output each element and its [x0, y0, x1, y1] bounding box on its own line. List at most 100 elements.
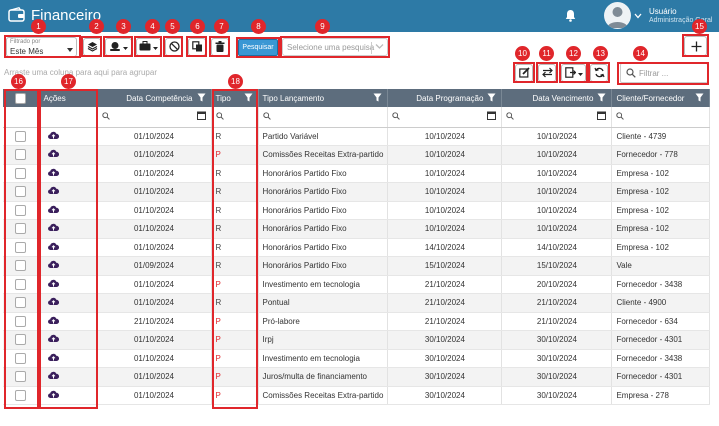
row-select-cell[interactable] — [3, 386, 40, 405]
search-button[interactable]: Pesquisar — [238, 39, 278, 56]
filter-icon[interactable] — [244, 93, 253, 104]
row-checkbox[interactable] — [15, 241, 27, 253]
column-header-tipo-lancamento[interactable]: Tipo Lançamento — [258, 89, 389, 107]
row-select-cell[interactable] — [3, 201, 40, 220]
column-header-cliente-fornecedor[interactable]: Cliente/Fornecedor — [611, 89, 711, 107]
row-checkbox[interactable] — [15, 278, 27, 290]
copy-button[interactable] — [188, 38, 206, 56]
row-checkbox[interactable] — [15, 371, 27, 383]
refresh-button[interactable] — [590, 64, 608, 82]
row-checkbox[interactable] — [15, 260, 27, 272]
layers-button[interactable] — [83, 38, 101, 56]
cloud-upload-icon[interactable] — [47, 390, 59, 401]
row-checkbox[interactable] — [15, 352, 27, 364]
coins-dropdown-button[interactable] — [105, 38, 132, 56]
saved-search-select[interactable]: Selecione uma pesquisa — [282, 38, 388, 56]
add-button[interactable] — [684, 36, 707, 56]
table-row[interactable]: 01/10/2024 R Honorários Partido Fixo 10/10/… — [3, 182, 711, 202]
table-row[interactable]: 01/10/2024 R Pontual 21/10/2024 21/10/2024 Cl… — [3, 293, 711, 313]
cloud-upload-icon[interactable] — [47, 223, 59, 234]
row-select-cell[interactable] — [3, 367, 40, 387]
cloud-upload-icon[interactable] — [47, 334, 59, 345]
filter-cell-data-programacao[interactable] — [387, 107, 503, 128]
column-header-data-vencimento[interactable]: Data Vencimento — [501, 89, 613, 107]
table-row[interactable]: 01/10/2024 R Honorários Partido Fixo 10/10/… — [3, 201, 711, 220]
table-row[interactable]: 21/10/2024 P Pró-labore 21/10/2024 21/10/202… — [3, 312, 711, 331]
row-select-cell[interactable] — [3, 182, 40, 202]
filter-cell-tipo[interactable] — [211, 107, 259, 128]
filter-cell-tipo-lancamento[interactable] — [258, 107, 389, 128]
filter-cell-data-competencia[interactable] — [97, 107, 212, 128]
app-logo[interactable]: Financeiro — [8, 7, 101, 24]
cloud-upload-icon[interactable] — [47, 279, 59, 290]
calendar-icon[interactable] — [196, 111, 206, 122]
cloud-upload-icon[interactable] — [47, 205, 59, 216]
table-row[interactable]: 01/10/2024 P Investimento em tecnologia 30/… — [3, 349, 711, 368]
cancel-button[interactable] — [165, 38, 183, 56]
quick-filter-input[interactable]: Filtrar ... — [620, 63, 708, 83]
row-select-cell[interactable] — [3, 219, 40, 239]
row-checkbox[interactable] — [15, 204, 27, 216]
column-header-data-programacao[interactable]: Data Programação — [387, 89, 503, 107]
table-row[interactable]: 01/10/2024 R Partido Variável 10/10/2024 10/… — [3, 127, 711, 146]
table-row[interactable]: 01/10/2024 R Honorários Partido Fixo 10/10/… — [3, 164, 711, 183]
cloud-upload-icon[interactable] — [47, 297, 59, 308]
filter-cell-data-vencimento[interactable] — [501, 107, 613, 128]
row-checkbox[interactable] — [15, 167, 27, 179]
row-checkbox[interactable] — [15, 149, 27, 161]
cloud-upload-icon[interactable] — [47, 371, 59, 382]
filter-icon[interactable] — [373, 93, 382, 104]
row-select-cell[interactable] — [3, 275, 40, 294]
cloud-upload-icon[interactable] — [47, 131, 59, 142]
cloud-upload-icon[interactable] — [47, 149, 59, 160]
column-header-tipo[interactable]: Tipo — [211, 89, 259, 107]
cloud-upload-icon[interactable] — [47, 260, 59, 271]
table-row[interactable]: 01/10/2024 R Honorários Partido Fixo 10/10/… — [3, 219, 711, 239]
row-select-cell[interactable] — [3, 330, 40, 350]
row-checkbox[interactable] — [15, 223, 27, 235]
select-all-header[interactable] — [3, 89, 40, 107]
row-select-cell[interactable] — [3, 145, 40, 165]
row-select-cell[interactable] — [3, 127, 40, 146]
chevron-down-icon[interactable] — [634, 12, 642, 21]
filter-icon[interactable] — [597, 93, 606, 104]
column-header-data-competencia[interactable]: Data Competência — [97, 89, 212, 107]
cloud-upload-icon[interactable] — [47, 242, 59, 253]
calendar-icon[interactable] — [487, 111, 497, 122]
cloud-upload-icon[interactable] — [47, 186, 59, 197]
table-row[interactable]: 01/09/2024 R Honorários Partido Fixo 15/10/… — [3, 256, 711, 276]
table-row[interactable]: 01/10/2024 P Investimento em tecnologia 21/… — [3, 275, 711, 294]
row-select-cell[interactable] — [3, 349, 40, 368]
filter-icon[interactable] — [487, 93, 496, 104]
cloud-upload-icon[interactable] — [47, 316, 59, 327]
filter-cell-cliente-fornecedor[interactable] — [611, 107, 711, 128]
table-row[interactable]: 01/10/2024 P Comissões Receitas Extra-part… — [3, 145, 711, 165]
column-header-acoes[interactable]: Ações — [39, 89, 98, 107]
table-row[interactable]: 01/10/2024 P Comissões Receitas Extra-part… — [3, 386, 711, 405]
transfer-button[interactable] — [538, 64, 556, 82]
row-select-cell[interactable] — [3, 238, 40, 257]
calendar-icon[interactable] — [597, 111, 607, 122]
row-select-cell[interactable] — [3, 256, 40, 276]
export-dropdown-button[interactable] — [561, 64, 586, 82]
row-checkbox[interactable] — [15, 315, 27, 327]
row-checkbox[interactable] — [15, 130, 27, 142]
period-filter-select[interactable]: Filtrado por Este Mês — [6, 37, 77, 57]
bell-icon[interactable] — [565, 9, 576, 24]
row-select-cell[interactable] — [3, 164, 40, 183]
row-checkbox[interactable] — [15, 186, 27, 198]
briefcase-dropdown-button[interactable] — [136, 38, 161, 56]
select-all-checkbox[interactable] — [15, 92, 27, 104]
row-select-cell[interactable] — [3, 293, 40, 313]
cloud-upload-icon[interactable] — [47, 168, 59, 179]
user-avatar-icon[interactable] — [604, 2, 631, 29]
cloud-upload-icon[interactable] — [47, 353, 59, 364]
row-checkbox[interactable] — [15, 297, 27, 309]
row-checkbox[interactable] — [15, 389, 27, 401]
table-row[interactable]: 01/10/2024 R Honorários Partido Fixo 14/10/… — [3, 238, 711, 257]
row-select-cell[interactable] — [3, 312, 40, 331]
edit-button[interactable] — [515, 64, 533, 82]
table-row[interactable]: 01/10/2024 P Irpj 30/10/2024 30/10/2024 Forne… — [3, 330, 711, 350]
filter-icon[interactable] — [197, 93, 206, 104]
delete-button[interactable] — [211, 38, 229, 56]
